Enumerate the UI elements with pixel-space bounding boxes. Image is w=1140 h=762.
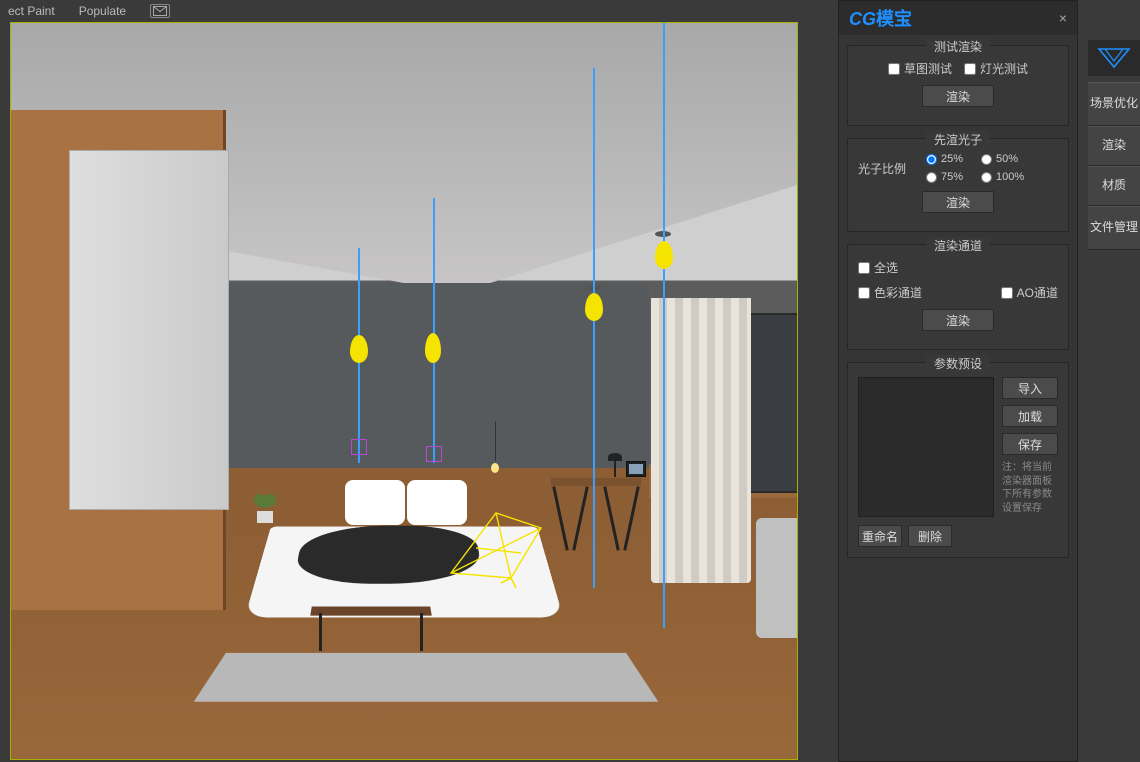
load-button[interactable]: 加载 (1002, 405, 1058, 427)
menu-populate[interactable]: Populate (79, 4, 126, 18)
photo-frame (626, 461, 646, 477)
close-icon[interactable]: × (1059, 10, 1067, 26)
radio-25[interactable]: 25% (926, 153, 963, 165)
delete-button[interactable]: 删除 (908, 525, 952, 547)
chk-sketch-test[interactable]: 草图测试 (888, 60, 952, 77)
window (746, 313, 798, 493)
radio-75[interactable]: 75% (926, 171, 963, 183)
radio-50[interactable]: 50% (981, 153, 1024, 165)
light-gizmo-1 (350, 335, 368, 363)
render-button-2[interactable]: 渲染 (922, 191, 994, 213)
group-render-channel: 渲染通道 全选 色彩通道 AO通道 渲染 (847, 244, 1069, 350)
group-title: 参数预设 (926, 355, 990, 372)
preset-list[interactable] (858, 377, 994, 517)
chk-light-test[interactable]: 灯光测试 (964, 60, 1028, 77)
group-title: 渲染通道 (926, 237, 990, 254)
target-marker-1 (351, 439, 367, 455)
light-helper-4 (663, 23, 665, 628)
desk (551, 478, 641, 553)
sofa (756, 518, 798, 638)
panel-titlebar: CG模宝 × (839, 1, 1077, 35)
rug (194, 653, 659, 702)
chk-select-all[interactable]: 全选 (858, 259, 898, 276)
viewport[interactable] (10, 22, 798, 760)
menu-object-paint[interactable]: ect Paint (8, 4, 55, 18)
pillow-right (407, 480, 467, 525)
light-gizmo-2 (425, 333, 441, 363)
preset-hint: 注：将当前渲染器面板下所有参数设置保存 (1002, 461, 1058, 515)
chk-ao-channel[interactable]: AO通道 (1001, 284, 1058, 301)
pillow-left (345, 480, 405, 525)
light-gizmo-4 (655, 241, 673, 269)
cg-plugin-panel: CG模宝 × 测试渲染 草图测试 灯光测试 渲染 先渲光子 光子比例 25% 5… (838, 0, 1078, 762)
dock-logo-icon[interactable] (1088, 40, 1140, 76)
light-helper-2 (433, 198, 435, 463)
target-marker-2 (426, 446, 442, 462)
desk-lamp (608, 453, 626, 477)
render-button-1[interactable]: 渲染 (922, 85, 994, 107)
light-gizmo-3 (585, 293, 603, 321)
wardrobe-door (69, 150, 229, 510)
light-helper-3 (593, 68, 595, 588)
pendant-light (489, 421, 501, 473)
tab-material[interactable]: 材质 (1088, 166, 1140, 206)
radio-100[interactable]: 100% (981, 171, 1024, 183)
group-title: 先渲光子 (926, 131, 990, 148)
chk-color-channel[interactable]: 色彩通道 (858, 284, 922, 301)
photon-ratio-label: 光子比例 (858, 160, 906, 177)
mail-icon[interactable] (150, 4, 170, 18)
tab-scene-optimize[interactable]: 场景优化 (1088, 82, 1140, 126)
group-photon: 先渲光子 光子比例 25% 50% 75% 100% 渲染 (847, 138, 1069, 232)
group-test-render: 测试渲染 草图测试 灯光测试 渲染 (847, 45, 1069, 126)
coffee-table (311, 603, 431, 643)
rename-button[interactable]: 重命名 (858, 525, 902, 547)
save-button[interactable]: 保存 (1002, 433, 1058, 455)
brand-logo: CG模宝 (849, 5, 912, 31)
tab-file-manage[interactable]: 文件管理 (1088, 206, 1140, 250)
group-title: 测试渲染 (926, 38, 990, 55)
curtain (651, 298, 751, 583)
group-preset: 参数预设 导入 加载 保存 注：将当前渲染器面板下所有参数设置保存 重命名 删除 (847, 362, 1069, 558)
render-button-3[interactable]: 渲染 (922, 309, 994, 331)
right-dock-tabs: 场景优化 渲染 材质 文件管理 (1088, 40, 1140, 250)
import-button[interactable]: 导入 (1002, 377, 1058, 399)
tab-render[interactable]: 渲染 (1088, 126, 1140, 166)
